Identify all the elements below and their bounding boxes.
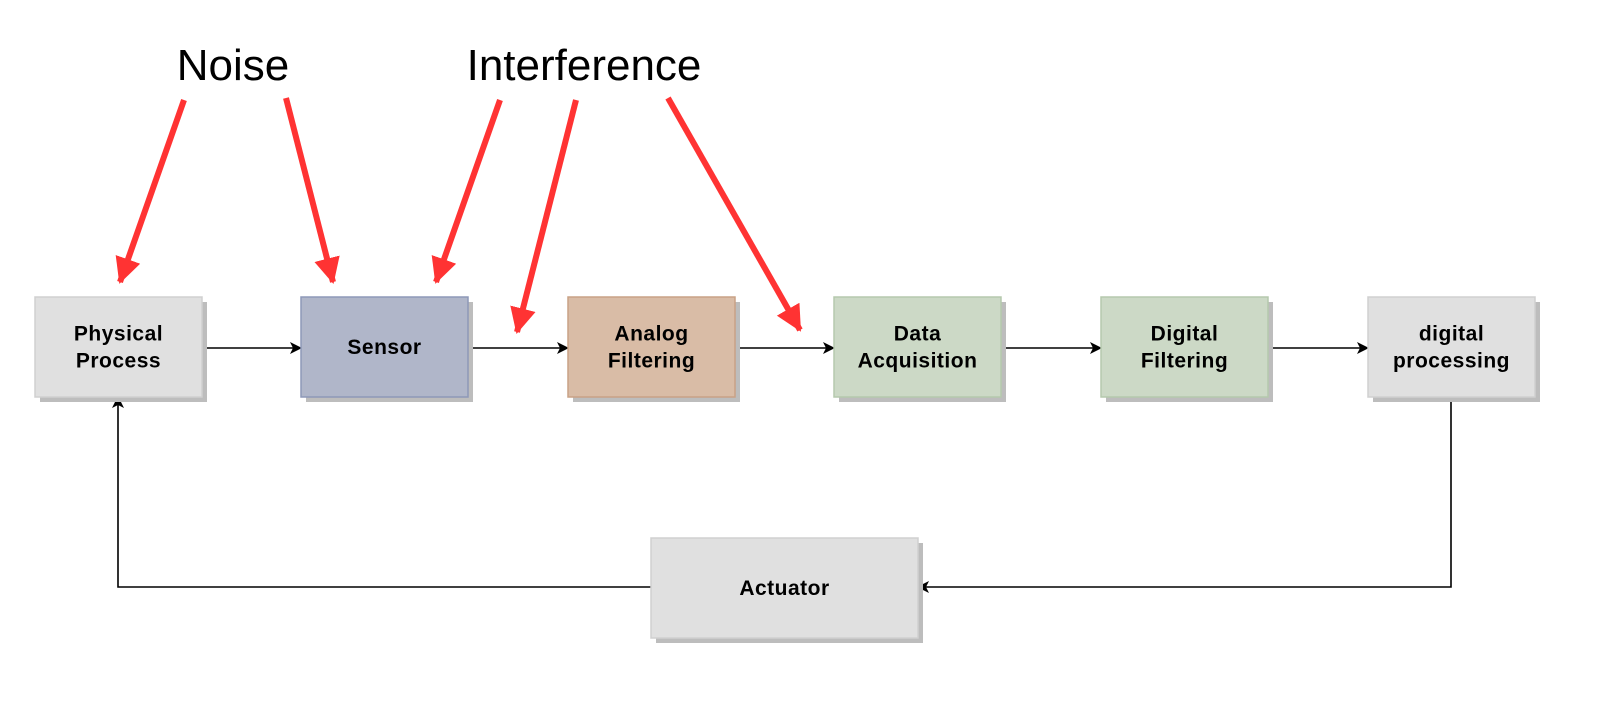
block-box <box>567 296 736 398</box>
interference-arrow-sensor <box>431 99 503 284</box>
block-label: Analog <box>614 323 688 346</box>
block-label: Data <box>894 323 942 346</box>
noise-arrow-physical-process <box>115 99 187 284</box>
blocks: Physical Process Sensor Analog Filtering Data… <box>34 296 1540 643</box>
block-sensor: Sensor <box>300 296 473 402</box>
block-label: Sensor <box>347 336 421 359</box>
block-label: Filtering <box>608 350 695 373</box>
block-box <box>34 296 203 398</box>
block-box <box>833 296 1002 398</box>
link-processing-to-actuator <box>917 397 1452 593</box>
block-label: processing <box>1393 350 1510 373</box>
block-box <box>1367 296 1536 398</box>
noise-label: Noise <box>177 41 290 90</box>
block-label: Digital <box>1151 323 1219 346</box>
signal-chain-diagram: Noise Interference Physical Process Sensor… <box>34 41 1540 643</box>
block-label: digital <box>1419 323 1484 346</box>
block-box <box>1100 296 1269 398</box>
interference-arrow-data-acquisition <box>665 96 803 332</box>
block-label: Process <box>76 350 161 373</box>
noise-arrow-sensor <box>283 97 340 284</box>
block-data-acquisition: Data Acquisition <box>833 296 1006 402</box>
block-label: Physical <box>74 323 163 346</box>
block-physical-process: Physical Process <box>34 296 207 402</box>
block-digital-filtering: Digital Filtering <box>1100 296 1273 402</box>
block-actuator: Actuator <box>650 537 923 643</box>
interference-arrow-link <box>510 99 579 334</box>
block-label: Actuator <box>739 577 829 600</box>
interference-label: Interference <box>467 41 702 90</box>
block-digital-processing: digital processing <box>1367 296 1540 402</box>
block-label: Filtering <box>1141 350 1228 373</box>
block-analog-filtering: Analog Filtering <box>567 296 740 402</box>
link-actuator-to-physical <box>112 396 651 588</box>
block-label: Acquisition <box>858 350 978 373</box>
